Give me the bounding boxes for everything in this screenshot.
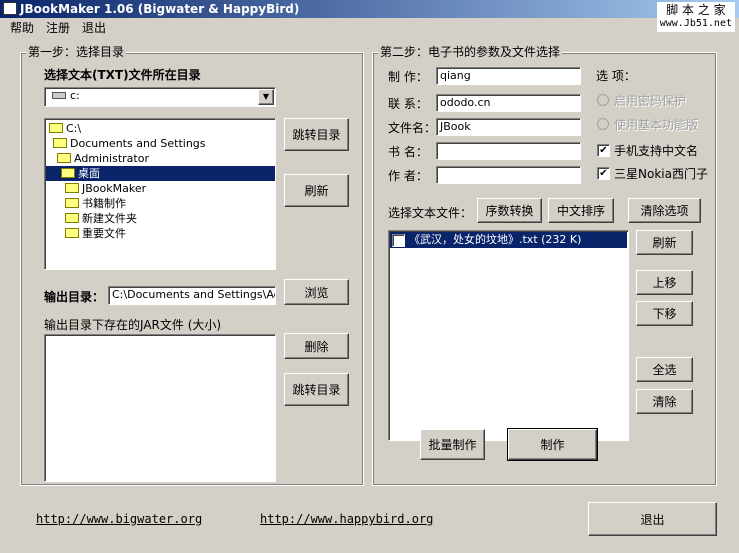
- tree-item-label: 重要文件: [82, 227, 126, 240]
- menu-exit[interactable]: 退出: [82, 21, 106, 35]
- file-checkbox[interactable]: [392, 233, 405, 247]
- move-up-button[interactable]: 上移: [636, 270, 693, 295]
- tree-item-label: 书籍制作: [82, 197, 126, 210]
- tree-item-label: C:\: [66, 122, 82, 135]
- delete-jar-button[interactable]: 删除: [284, 333, 349, 359]
- tree-item-label: 桌面: [78, 167, 100, 180]
- folder-icon: [61, 168, 75, 178]
- field-input[interactable]: [436, 166, 581, 184]
- field-label: 书 名：: [388, 145, 428, 159]
- field-label: 联 系：: [388, 97, 428, 111]
- title-bar: JBookMaker 1.06 (Bigwater & HappyBird): [0, 0, 739, 18]
- field-input[interactable]: JBook: [436, 118, 581, 136]
- goto-dir-button[interactable]: 跳转目录: [284, 118, 349, 151]
- output-dir-input[interactable]: C:\Documents and Settings\Administrator\…: [108, 286, 276, 305]
- watermark: 脚 本 之 家 www.Jb51.net: [656, 2, 735, 32]
- field-input[interactable]: [436, 142, 581, 160]
- folder-icon: [49, 123, 63, 133]
- step2-legend: 第二步：电子书的参数及文件选择: [378, 45, 563, 59]
- chevron-down-icon[interactable]: ▼: [258, 89, 274, 105]
- field-label: 文件名：: [388, 121, 437, 135]
- tree-item[interactable]: 书籍制作: [46, 196, 275, 211]
- checkbox[interactable]: ✔: [597, 144, 610, 157]
- watermark-url: www.Jb51.net: [659, 18, 732, 29]
- option-label: 使用基本功能版: [614, 118, 699, 132]
- directory-tree[interactable]: C:\ Documents and Settings Administrator 桌面…: [44, 118, 276, 270]
- book-icon: [3, 2, 17, 15]
- step1-legend: 第一步：选择目录: [26, 45, 127, 59]
- exit-button[interactable]: 退出: [588, 502, 717, 536]
- bigwater-link[interactable]: http://www.bigwater.org: [36, 512, 202, 526]
- folder-icon: [57, 153, 71, 163]
- happybird-link[interactable]: http://www.happybird.org: [260, 512, 433, 526]
- refresh-files-button[interactable]: 刷新: [636, 230, 693, 255]
- jar-label: 输出目录下存在的JAR文件 (大小): [44, 318, 222, 332]
- drive-select[interactable]: c: ▼: [44, 87, 276, 107]
- tree-item[interactable]: 新建文件夹: [46, 211, 275, 226]
- seq-convert-button[interactable]: 序数转换: [477, 198, 542, 223]
- option-label: 手机支持中文名: [614, 144, 699, 158]
- drive-icon: [52, 92, 66, 99]
- make-button[interactable]: 制作: [507, 428, 598, 461]
- clear-button[interactable]: 清除: [636, 389, 693, 414]
- tree-item-label: Administrator: [74, 152, 149, 165]
- radio-button: [597, 94, 609, 106]
- folder-icon: [65, 183, 79, 193]
- output-label: 输出目录：: [44, 290, 105, 304]
- checkbox[interactable]: ✔: [597, 167, 610, 180]
- move-down-button[interactable]: 下移: [636, 301, 693, 326]
- tree-item[interactable]: 桌面: [46, 166, 275, 181]
- option-2[interactable]: ✔ 手机支持中文名: [597, 143, 717, 159]
- option-1: 使用基本功能版: [597, 117, 717, 133]
- options-label: 选 项：: [596, 69, 636, 83]
- refresh-dir-button[interactable]: 刷新: [284, 174, 349, 207]
- option-label: 启用密码保护: [614, 94, 687, 108]
- tree-item[interactable]: Documents and Settings: [46, 136, 275, 151]
- goto-output-button[interactable]: 跳转目录: [284, 373, 349, 406]
- watermark-text: 脚 本 之 家: [666, 3, 726, 17]
- file-item[interactable]: 《武汉，处女的坟地》.txt (232 K): [390, 232, 627, 248]
- option-3[interactable]: ✔ 三星Nokia西门子: [597, 166, 717, 182]
- jar-list[interactable]: [44, 334, 276, 482]
- tree-item[interactable]: C:\: [46, 121, 275, 136]
- clear-options-button[interactable]: 清除选项: [628, 198, 701, 223]
- folder-icon: [65, 228, 79, 238]
- menu-help[interactable]: 帮助: [10, 21, 34, 35]
- field-input[interactable]: ododo.cn: [436, 94, 581, 112]
- field-label: 制 作：: [388, 70, 428, 84]
- tree-item-label: Documents and Settings: [70, 137, 206, 150]
- file-name: 《武汉，处女的坟地》.txt (232 K): [409, 233, 582, 246]
- field-input[interactable]: qiang: [436, 67, 581, 85]
- tree-item[interactable]: JBookMaker: [46, 181, 275, 196]
- folder-icon: [53, 138, 67, 148]
- option-0: 启用密码保护: [597, 93, 717, 109]
- folder-icon: [65, 198, 79, 208]
- batch-make-button[interactable]: 批量制作: [420, 429, 485, 460]
- file-list[interactable]: 《武汉，处女的坟地》.txt (232 K): [388, 230, 629, 441]
- menu-register[interactable]: 注册: [46, 21, 70, 35]
- dir-label: 选择文本(TXT)文件所在目录: [44, 68, 201, 82]
- folder-icon: [65, 213, 79, 223]
- select-all-button[interactable]: 全选: [636, 357, 693, 382]
- tree-item[interactable]: Administrator: [46, 151, 275, 166]
- drive-value: c:: [70, 89, 80, 102]
- chinese-sort-button[interactable]: 中文排序: [548, 198, 614, 223]
- menu-bar: 帮助 注册 退出: [0, 19, 108, 37]
- window-title: JBookMaker 1.06 (Bigwater & HappyBird): [20, 2, 300, 16]
- tree-item-label: JBookMaker: [82, 182, 147, 195]
- field-label: 作 者：: [388, 169, 428, 183]
- select-file-label: 选择文本文件：: [388, 206, 473, 220]
- tree-item[interactable]: 重要文件: [46, 226, 275, 241]
- option-label: 三星Nokia西门子: [614, 167, 708, 181]
- browse-button[interactable]: 浏览: [284, 279, 349, 305]
- tree-item-label: 新建文件夹: [82, 212, 137, 225]
- radio-button: [597, 118, 609, 130]
